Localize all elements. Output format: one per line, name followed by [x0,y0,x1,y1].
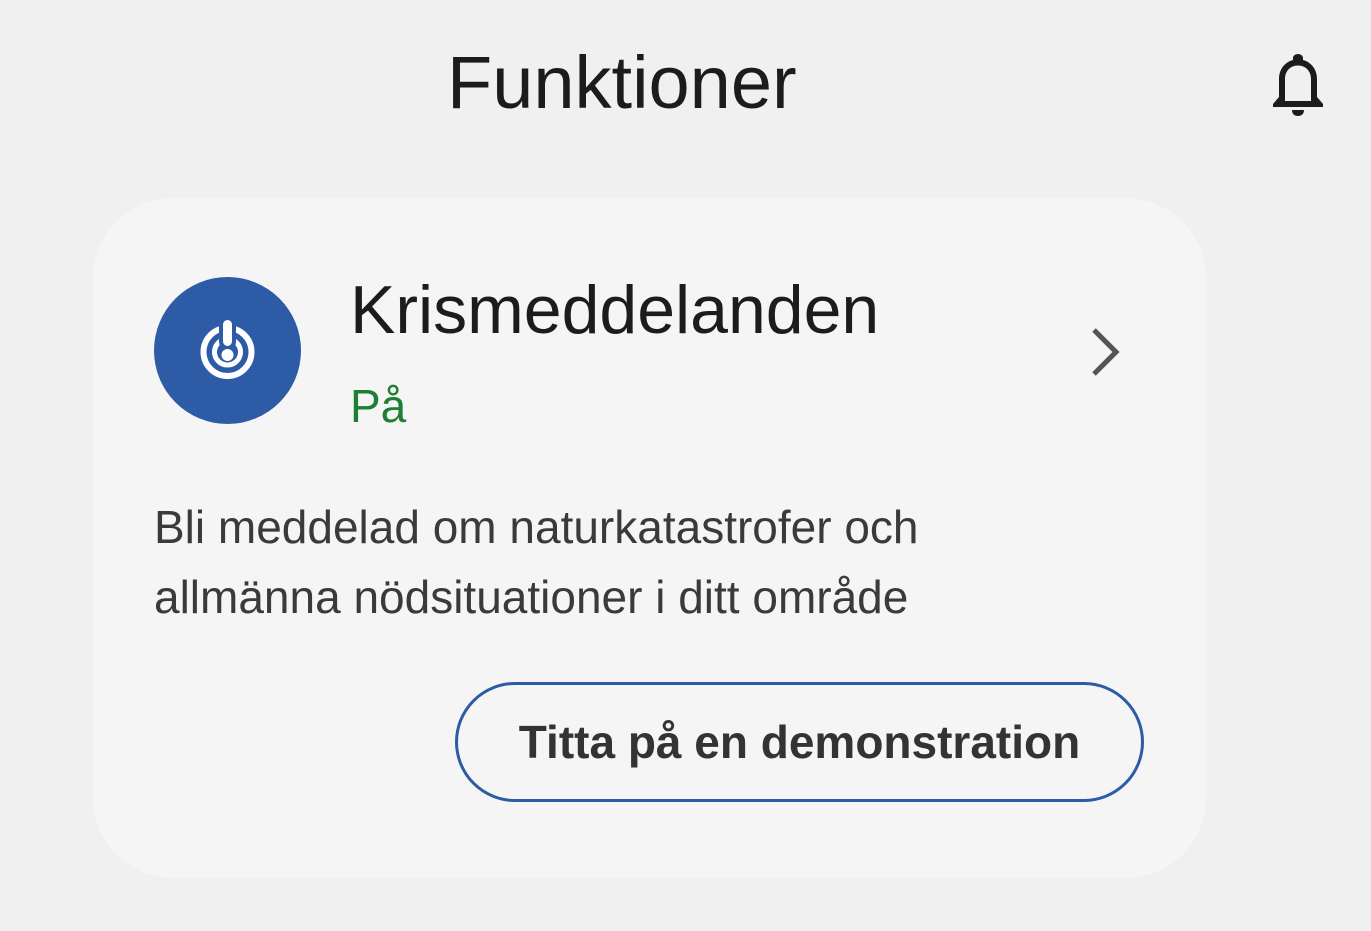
emergency-alert-icon [154,277,301,424]
description-line-1: Bli meddelad om naturkatastrofer och [154,501,919,553]
bell-icon[interactable] [1266,48,1330,118]
watch-demo-button[interactable]: Titta på en demonstration [455,682,1144,802]
status-label: På [350,380,407,432]
feature-title: Krismeddelanden [350,272,880,348]
feature-description: Bli meddelad om naturkatastrofer och all… [154,492,1154,632]
page-title: Funktioner [447,41,797,124]
chevron-right-icon[interactable] [1086,322,1130,382]
feature-card[interactable]: Krismeddelanden På Bli meddelad om natur… [93,198,1206,878]
description-line-2: allmänna nödsituationer i ditt område [154,571,909,623]
